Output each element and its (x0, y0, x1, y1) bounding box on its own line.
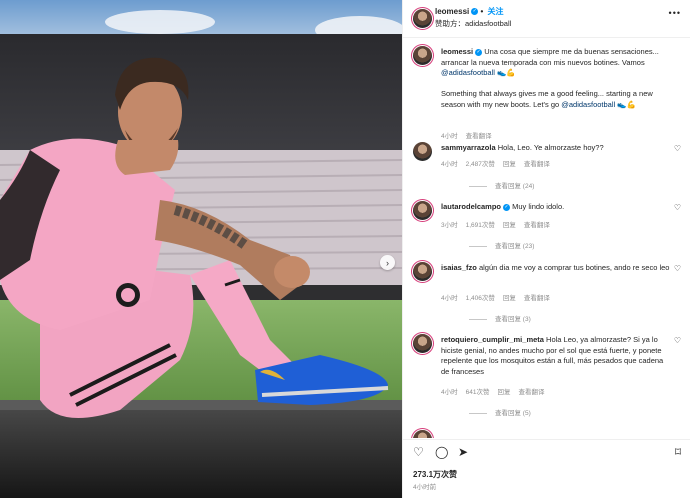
post-time: 4小时前 (413, 484, 437, 491)
comment-text: isaias_fzo algún dia me voy a comprar tu… (441, 263, 673, 274)
comment-reply-button[interactable]: 回复 (503, 161, 516, 168)
caption-time: 4小时 (441, 133, 458, 140)
next-image-button[interactable]: › (380, 255, 395, 270)
comment-text: sammyarrazola Hola, Leo. Ye almorzaste h… (441, 143, 673, 154)
separator-dot: • (480, 7, 484, 16)
caption-username[interactable]: leomessi (441, 47, 473, 56)
view-replies-button[interactable]: 查看回复 (24) (469, 180, 534, 190)
comment-avatar[interactable] (413, 142, 432, 161)
comment-body: Hola, Leo. Ye almorzaste hoy?? (497, 143, 604, 152)
comment-likes[interactable]: 641次赞 (466, 389, 490, 396)
comment-time: 3小时 (441, 222, 458, 229)
heart-icon[interactable]: ♡ (413, 445, 424, 459)
verified-badge-icon: ✓ (475, 48, 483, 56)
caption-text-es: Una cosa que siempre me da buenas sensac… (441, 47, 659, 67)
comment-username[interactable]: isaias_fzo (441, 263, 477, 272)
sponsor-link[interactable]: adidasfootball (465, 19, 511, 28)
caption-emoji-en: 👟💪 (617, 99, 636, 109)
comment-username[interactable]: lautarodelcampo (441, 202, 501, 211)
bookmark-icon[interactable]: ⌑ (675, 445, 681, 459)
comment-like-heart-icon[interactable]: ♡ (674, 336, 681, 345)
share-icon[interactable]: ➤ (458, 445, 468, 459)
comment-translate[interactable]: 查看翻译 (524, 222, 550, 229)
follow-button[interactable]: 关注 (488, 7, 504, 16)
author-username[interactable]: leomessi (435, 7, 469, 16)
comment-meta: 4小时 2,487次赞 回复 查看翻译 (441, 158, 558, 168)
comment-likes[interactable]: 1,691次赞 (466, 222, 495, 229)
comments-list[interactable]: leomessi ✓ Una cosa que siempre me da bue… (403, 38, 690, 438)
comment-text: retoquiero_cumplir_mi_meta Hola Leo, ya … (441, 335, 673, 377)
view-replies-button[interactable]: 查看回复 (23) (469, 240, 534, 250)
comment-reply-button[interactable]: 回复 (503, 295, 516, 302)
post-details-panel: leomessi ✓ • 关注 赞助方：adidasfootball ••• le… (402, 0, 690, 498)
comment-time: 4小时 (441, 389, 458, 396)
comment-reply-button[interactable]: 回复 (503, 222, 516, 229)
chevron-right-icon: › (386, 257, 389, 268)
comment-username[interactable]: retoquiero_cumplir_mi_meta (441, 335, 544, 344)
likes-count[interactable]: 273.1万次赞 (413, 469, 457, 480)
comment-meta: 4小时 1,406次赞 回复 查看翻译 (441, 292, 558, 302)
messi-seated-photo (0, 0, 402, 498)
post-header: leomessi ✓ • 关注 赞助方：adidasfootball ••• (403, 0, 690, 38)
comment-translate[interactable]: 查看翻译 (524, 161, 550, 168)
caption-text: leomessi ✓ Una cosa que siempre me da bue… (441, 47, 673, 110)
comment-avatar[interactable] (413, 201, 432, 220)
comment-like-heart-icon[interactable]: ♡ (674, 203, 681, 212)
comment-body: algún dia me voy a comprar tus botines, … (478, 263, 670, 272)
author-avatar[interactable] (413, 9, 432, 28)
comment-time: 4小时 (441, 161, 458, 168)
comment-meta: 3小时 1,691次赞 回复 查看翻译 (441, 219, 558, 229)
comment-time: 4小时 (441, 295, 458, 302)
comment-likes[interactable]: 1,406次赞 (466, 295, 495, 302)
view-replies-button[interactable]: 查看回复 (3) (469, 313, 531, 323)
comment-likes[interactable]: 2,487次赞 (466, 161, 495, 168)
caption-mention-es[interactable]: @adidasfootball (441, 68, 495, 77)
comment-meta: 4小时 641次赞 回复 查看翻译 (441, 386, 552, 396)
comment-like-heart-icon[interactable]: ♡ (674, 144, 681, 153)
comment-like-heart-icon[interactable]: ♡ (674, 264, 681, 273)
comment-avatar[interactable] (413, 334, 432, 353)
caption-mention-en[interactable]: @adidasfootball (561, 100, 615, 109)
view-replies-button[interactable]: 查看回复 (5) (469, 407, 531, 417)
caption-avatar[interactable] (413, 46, 432, 65)
caption-meta: 4小时 查看翻译 (441, 130, 500, 140)
post-photo[interactable]: › (0, 0, 402, 498)
author-line: leomessi ✓ • 关注 (435, 6, 504, 17)
instagram-post-view: › leomessi ✓ • 关注 赞助方：adidasfootball ••• … (0, 0, 690, 498)
comment-avatar[interactable] (413, 430, 432, 438)
more-icon[interactable]: ••• (669, 8, 681, 18)
caption-emoji-es: 👟💪 (497, 68, 516, 77)
comment-icon[interactable]: ◯ (435, 445, 448, 459)
comment-username[interactable]: sammyarrazola (441, 143, 496, 152)
sponsor-line: 赞助方：adidasfootball (435, 18, 511, 29)
verified-badge-icon: ✓ (471, 8, 479, 16)
comment-translate[interactable]: 查看翻译 (524, 295, 550, 302)
comment-text: lautarodelcampo ✓ Muy lindo idolo. (441, 202, 673, 213)
comment-body: Muy lindo idolo. (512, 202, 565, 211)
comment-avatar[interactable] (413, 262, 432, 281)
verified-badge-icon: ✓ (503, 203, 511, 211)
post-actions: ♡ ◯ ➤ ⌑ (403, 439, 690, 463)
comment-translate[interactable]: 查看翻译 (518, 389, 544, 396)
sponsor-prefix: 赞助方： (435, 19, 465, 28)
comment-reply-button[interactable]: 回复 (497, 389, 510, 396)
caption-translate[interactable]: 查看翻译 (466, 133, 492, 140)
